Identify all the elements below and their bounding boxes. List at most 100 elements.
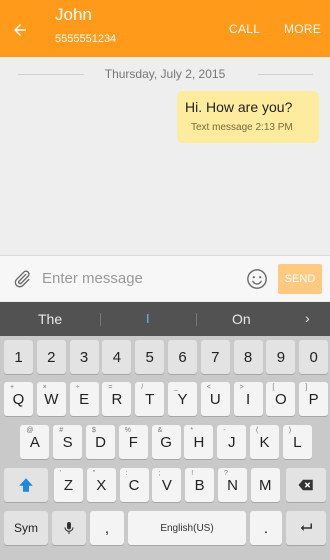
key-8[interactable]: 8: [233, 340, 263, 374]
key-c[interactable]: C:: [119, 468, 149, 502]
shift-icon: [19, 478, 33, 492]
backspace-key[interactable]: [286, 468, 326, 502]
key-j[interactable]: J-: [217, 425, 247, 459]
key-hint: *: [190, 427, 194, 434]
key-label: E: [79, 390, 90, 408]
key-label: G: [160, 433, 172, 451]
key-label: S: [62, 433, 73, 451]
key-d[interactable]: D $: [86, 425, 115, 459]
key-label: J: [227, 433, 236, 451]
key-u[interactable]: U <: [200, 382, 230, 416]
message-bubble[interactable]: Hi. How are you? Text message 2:13 PM: [177, 91, 319, 143]
key-z[interactable]: Z ': [54, 468, 83, 502]
key-hint: ": [92, 470, 96, 477]
key-label: 8: [243, 348, 253, 366]
key-t[interactable]: T /: [135, 382, 165, 416]
send-button[interactable]: SEND: [278, 264, 322, 294]
emoji-icon[interactable]: [246, 268, 268, 290]
key-hint: #: [59, 427, 64, 434]
key-4[interactable]: 4: [102, 340, 132, 374]
key-hint: ×: [42, 384, 47, 391]
key-e[interactable]: E ÷: [69, 382, 99, 416]
voice-input-key[interactable]: [52, 511, 86, 545]
back-arrow-icon: [14, 24, 26, 36]
back-button[interactable]: [8, 18, 32, 42]
key-label: N: [227, 476, 238, 494]
shift-key[interactable]: [4, 468, 48, 502]
enter-key[interactable]: [286, 511, 326, 545]
key-x[interactable]: X ": [86, 468, 116, 502]
key-n[interactable]: N?: [218, 468, 247, 502]
key-hint: ;: [158, 470, 161, 477]
message-text: Hi. How are you?: [185, 99, 293, 115]
key-7[interactable]: 7: [200, 340, 230, 374]
key-label: 9: [276, 348, 286, 366]
key-hint: /: [141, 384, 144, 391]
contact-number: 5555551234: [55, 33, 117, 45]
key-label: 3: [79, 348, 89, 366]
key-l[interactable]: L): [282, 425, 312, 459]
key-s[interactable]: S #: [53, 425, 83, 459]
key-hint: !: [191, 470, 194, 477]
key-5[interactable]: 5: [135, 340, 165, 374]
attach-icon[interactable]: [12, 269, 32, 289]
key-label: M: [259, 476, 272, 494]
key-hint: <: [206, 384, 211, 391]
key-9[interactable]: 9: [266, 340, 296, 374]
key-label: L: [293, 433, 302, 451]
enter-icon: [300, 523, 312, 531]
key-label: 0: [309, 348, 318, 366]
key-f[interactable]: F%: [118, 425, 148, 459]
suggestion-item[interactable]: On: [232, 311, 251, 327]
key-label: X: [96, 476, 107, 494]
key-o[interactable]: O[: [266, 382, 296, 416]
key-1[interactable]: 1: [4, 340, 33, 374]
key-hint: ÷: [75, 384, 80, 391]
message-thread[interactable]: Thursday, July 2, 2015 Hi. How are you? …: [0, 57, 330, 255]
key-b[interactable]: B!: [185, 468, 215, 502]
key-v[interactable]: V;: [152, 468, 182, 502]
key-label: 7: [211, 348, 220, 366]
chevron-right-icon[interactable]: ›: [305, 310, 310, 326]
key-i[interactable]: I >: [233, 382, 263, 416]
key-label: A: [29, 433, 40, 451]
key-label: I: [246, 390, 251, 408]
key-2[interactable]: 2: [36, 340, 66, 374]
key-label: 6: [178, 348, 187, 366]
symbols-key[interactable]: Sym: [4, 511, 48, 545]
key-y[interactable]: Y _: [168, 382, 197, 416]
conversation-header: John 5555551234 CALL MORE: [0, 0, 330, 57]
contact-name: John: [55, 5, 92, 24]
key-h[interactable]: H *: [184, 425, 214, 459]
key-m[interactable]: M: [250, 468, 280, 502]
message-timestamp: Text message 2:13 PM: [191, 122, 293, 133]
suggestion-item[interactable]: The: [38, 311, 62, 327]
key-label: D: [95, 433, 106, 451]
key-6[interactable]: 6: [168, 340, 197, 374]
comma-key[interactable]: ,: [90, 511, 124, 545]
key-label: Q: [12, 390, 25, 408]
message-input[interactable]: [42, 265, 232, 291]
key-hint: ): [288, 427, 292, 434]
call-button[interactable]: CALL: [229, 22, 260, 36]
divider: [196, 313, 197, 326]
suggestion-bar: The I On ›: [0, 302, 330, 336]
key-hint: (: [256, 427, 259, 434]
key-g[interactable]: G &: [151, 425, 181, 459]
more-button[interactable]: MORE: [284, 22, 321, 36]
key-w[interactable]: W ×: [36, 382, 66, 416]
key-label: ,: [104, 519, 110, 537]
key-r[interactable]: R =: [102, 382, 132, 416]
key-label: Y: [177, 390, 188, 408]
key-label: 2: [47, 348, 56, 366]
key-hint: :: [125, 470, 128, 477]
key-0[interactable]: 0: [299, 340, 329, 374]
key-k[interactable]: K(: [250, 425, 279, 459]
suggestion-item[interactable]: I: [146, 311, 150, 326]
space-key[interactable]: English(US): [128, 511, 246, 545]
period-key[interactable]: .: [250, 511, 282, 545]
key-q[interactable]: Q +: [4, 382, 33, 416]
key-p[interactable]: P]: [299, 382, 329, 416]
key-3[interactable]: 3: [69, 340, 99, 374]
key-a[interactable]: A @: [20, 425, 50, 459]
